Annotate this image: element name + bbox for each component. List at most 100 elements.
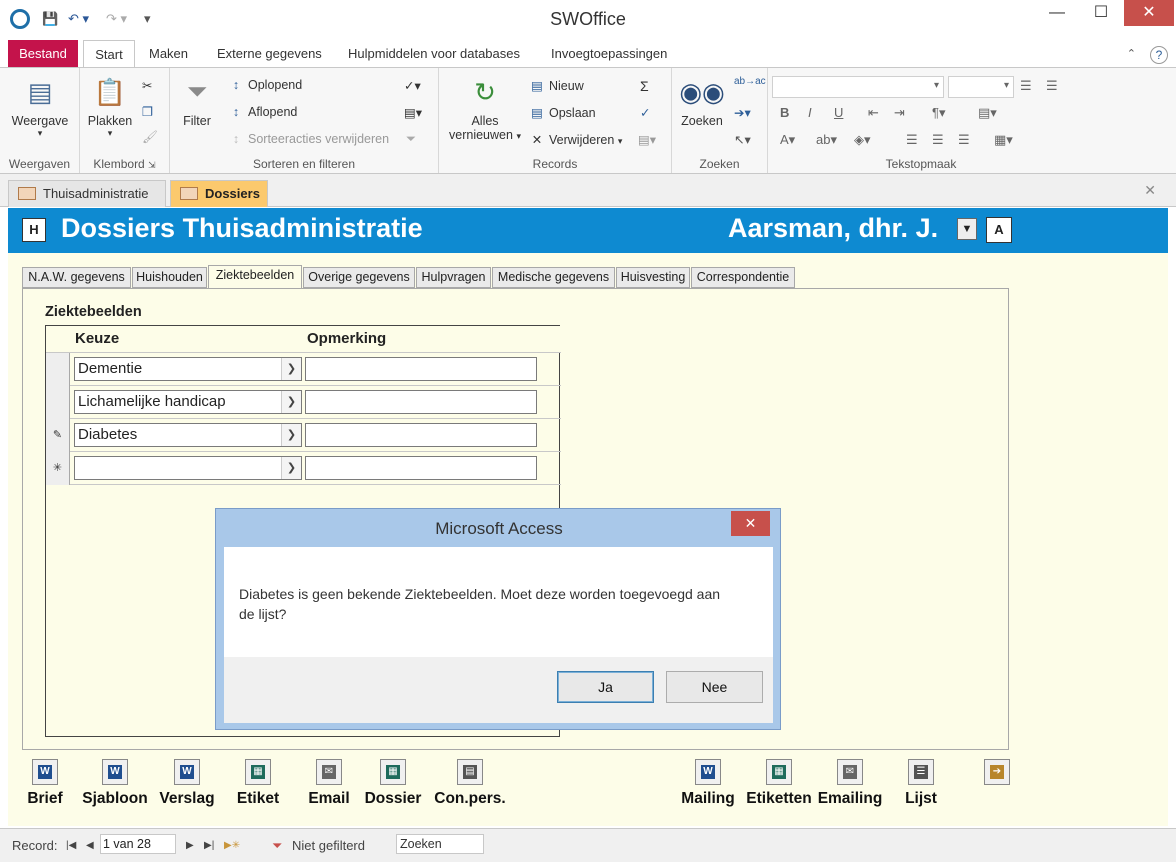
tab-bestand[interactable]: Bestand xyxy=(8,40,78,68)
collapse-ribbon-icon[interactable]: ⌃ xyxy=(1127,47,1136,60)
oplopend-button[interactable]: ↕ Oplopend xyxy=(228,78,302,92)
lijst-button[interactable]: ☰ Lijst xyxy=(899,759,943,808)
advanced-filter-icon[interactable]: ▤▾ xyxy=(404,105,422,120)
aflopend-button[interactable]: ↕ Aflopend xyxy=(228,105,297,119)
tab-hulpvragen[interactable]: Hulpvragen xyxy=(416,267,491,288)
highlight-icon[interactable]: ab▾ xyxy=(816,132,837,148)
keuze-combo[interactable]: ❯ xyxy=(74,456,302,480)
record-number-field[interactable]: 1 van 28 xyxy=(100,834,176,854)
nieuw-button[interactable]: ▤ Nieuw xyxy=(529,78,584,93)
spelling-icon[interactable]: ✓ xyxy=(640,105,650,120)
mailing-button[interactable]: W Mailing xyxy=(679,759,737,808)
toggle-filter-icon[interactable]: ⏷ xyxy=(406,132,416,147)
conpers-button[interactable]: ▤ Con.pers. xyxy=(430,759,510,808)
align-center-icon[interactable]: ☰ xyxy=(932,132,944,148)
fill-color-icon[interactable]: ◈▾ xyxy=(854,132,871,148)
copy-icon[interactable]: ❐ xyxy=(142,104,153,119)
filter-status[interactable]: Niet gefilterd xyxy=(292,838,365,853)
bullet-list-icon[interactable]: ☰ xyxy=(1020,78,1032,94)
format-painter-icon[interactable]: 🖌 xyxy=(142,130,158,145)
align-left-icon[interactable]: ☰ xyxy=(906,132,918,148)
chevron-down-icon[interactable]: ❯ xyxy=(281,457,301,479)
client-dropdown-icon[interactable]: ▼ xyxy=(957,218,977,240)
new-record-icon[interactable]: ✳ xyxy=(46,452,70,485)
h-button[interactable]: H xyxy=(22,218,46,242)
close-document-icon[interactable]: ✕ xyxy=(1144,182,1156,199)
sjabloon-button[interactable]: W Sjabloon xyxy=(79,759,151,808)
opmerking-field[interactable] xyxy=(305,357,537,381)
more-icon[interactable]: ▤▾ xyxy=(638,132,656,147)
alles-vernieuwen-button[interactable]: ↻ Alles vernieuwen ▾ xyxy=(443,76,527,143)
etiketten-button[interactable]: ▦ Etiketten xyxy=(744,759,814,808)
doc-tab-dossiers[interactable]: Dossiers xyxy=(170,180,268,207)
maximize-button[interactable]: ☐ xyxy=(1078,0,1124,26)
selection-icon[interactable]: ✓▾ xyxy=(404,78,421,93)
opmerking-field[interactable] xyxy=(305,423,537,447)
filter-button[interactable]: ⏷ Filter xyxy=(176,76,218,128)
new-record-nav-icon[interactable]: ▶✳ xyxy=(224,840,240,851)
increase-indent-icon[interactable]: ⇥ xyxy=(894,105,905,121)
cut-icon[interactable]: ✂ xyxy=(142,78,152,93)
gridlines-icon[interactable]: ▤▾ xyxy=(978,105,997,121)
a-button[interactable]: A xyxy=(986,217,1012,243)
help-icon[interactable]: ? xyxy=(1150,46,1168,64)
replace-icon[interactable]: ab→ac xyxy=(734,76,766,87)
select-icon[interactable]: ↖▾ xyxy=(734,132,751,147)
email-button[interactable]: ✉ Email xyxy=(304,759,354,808)
edit-record-icon[interactable]: ✎ xyxy=(46,419,70,452)
last-record-icon[interactable]: ▶| xyxy=(204,840,214,851)
font-size-combo[interactable] xyxy=(948,76,1014,98)
font-combo[interactable] xyxy=(772,76,944,98)
dialog-launcher-icon[interactable]: ⇲ xyxy=(148,160,156,170)
opslaan-button[interactable]: ▤ Opslaan xyxy=(529,105,595,120)
tab-ziektebeelden[interactable]: Ziektebeelden xyxy=(208,265,302,289)
first-record-icon[interactable]: |◀ xyxy=(66,840,76,851)
italic-icon[interactable]: I xyxy=(808,105,812,120)
tab-hulpmiddelen[interactable]: Hulpmiddelen voor databases xyxy=(338,40,530,68)
paragraph-direction-icon[interactable]: ¶▾ xyxy=(932,105,946,121)
etiket-button[interactable]: ▦ Etiket xyxy=(232,759,284,808)
minimize-button[interactable]: — xyxy=(1034,0,1080,26)
tab-maken[interactable]: Maken xyxy=(139,40,198,68)
sort-remove-button[interactable]: ↕ Sorteeracties verwijderen xyxy=(228,132,389,146)
totals-icon[interactable]: Σ xyxy=(640,78,649,94)
decrease-indent-icon[interactable]: ⇤ xyxy=(868,105,879,121)
chevron-down-icon[interactable]: ❯ xyxy=(281,424,301,446)
dossier-button[interactable]: ▦ Dossier xyxy=(361,759,425,808)
close-button[interactable]: ✕ xyxy=(1124,0,1174,26)
tab-overige-gegevens[interactable]: Overige gegevens xyxy=(303,267,415,288)
tab-start[interactable]: Start xyxy=(83,40,135,69)
keuze-combo[interactable]: Dementie ❯ xyxy=(74,357,302,381)
yes-button[interactable]: Ja xyxy=(557,671,654,703)
tab-naw-gegevens[interactable]: N.A.W. gegevens xyxy=(22,267,131,288)
opmerking-field[interactable] xyxy=(305,456,537,480)
alternate-row-color-icon[interactable]: ▦▾ xyxy=(994,132,1013,148)
tab-invoegtoepassingen[interactable]: Invoegtoepassingen xyxy=(541,40,677,68)
verslag-button[interactable]: W Verslag xyxy=(156,759,218,808)
chevron-down-icon[interactable]: ❯ xyxy=(281,391,301,413)
goto-icon[interactable]: ➔▾ xyxy=(734,105,751,120)
brief-button[interactable]: W Brief xyxy=(22,759,68,808)
search-input[interactable]: Zoeken xyxy=(396,834,484,854)
opmerking-field[interactable] xyxy=(305,390,537,414)
tab-correspondentie[interactable]: Correspondentie xyxy=(691,267,795,288)
dialog-close-button[interactable]: ✕ xyxy=(731,511,770,536)
chevron-down-icon[interactable]: ❯ xyxy=(281,358,301,380)
record-selector[interactable] xyxy=(46,353,70,386)
tab-huisvesting[interactable]: Huisvesting xyxy=(616,267,690,288)
tab-huishouden[interactable]: Huishouden xyxy=(132,267,207,288)
weergave-button[interactable]: ▤ Weergave ▾ xyxy=(10,76,70,139)
align-right-icon[interactable]: ☰ xyxy=(958,132,970,148)
underline-icon[interactable]: U xyxy=(834,105,843,120)
doc-tab-thuisadministratie[interactable]: Thuisadministratie xyxy=(8,180,166,207)
verwijderen-button[interactable]: ✕ Verwijderen ▾ xyxy=(529,132,623,147)
bold-icon[interactable]: B xyxy=(780,105,789,120)
previous-record-icon[interactable]: ◀ xyxy=(86,840,94,851)
tab-medische-gegevens[interactable]: Medische gegevens xyxy=(492,267,615,288)
font-color-icon[interactable]: A▾ xyxy=(780,132,795,148)
keuze-combo[interactable]: Diabetes ❯ xyxy=(74,423,302,447)
number-list-icon[interactable]: ☰ xyxy=(1046,78,1058,94)
zoeken-button[interactable]: ◉◉ Zoeken xyxy=(676,76,728,129)
next-record-icon[interactable]: ▶ xyxy=(186,840,194,851)
exit-button[interactable]: ➔ xyxy=(982,759,1012,790)
